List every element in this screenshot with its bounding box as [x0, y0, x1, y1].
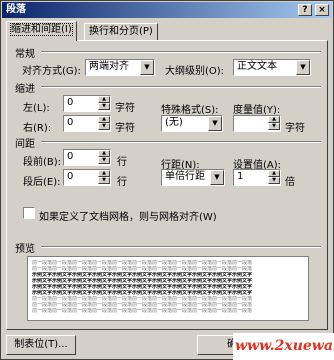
space-after-unit: 行 — [117, 177, 127, 188]
spacing-heading: 间距 — [15, 139, 35, 150]
grid-align-label[interactable]: 如果定义了文档网格，则与网格对齐(W) — [39, 208, 217, 223]
special-format-value: (无) — [165, 117, 183, 128]
divider — [41, 86, 321, 88]
watermark-text: www.2xuewang.com — [233, 333, 334, 360]
indent-heading: 缩进 — [15, 84, 35, 95]
preview-line: 前一段落前一段落前一段落前一段落前一段落前一段落前一段落前一段落前一段落前一段落… — [32, 308, 253, 314]
dialog-title: 段落 — [6, 4, 26, 15]
outline-level-select[interactable]: 正文文本 ▼ — [233, 59, 311, 76]
chevron-down-icon[interactable]: ▼ — [210, 170, 224, 185]
line-spacing-at-value: 1 — [237, 171, 244, 182]
space-after-spinner[interactable]: 0 ▲ ▼ — [63, 169, 111, 186]
space-before-spinner[interactable]: 0 ▲ ▼ — [63, 149, 111, 166]
alignment-value: 两端对齐 — [89, 61, 129, 72]
line-spacing-select[interactable]: 单倍行距 ▼ — [161, 169, 225, 186]
general-heading: 常规 — [15, 49, 35, 60]
spin-down-icon[interactable]: ▼ — [98, 157, 110, 164]
measure-label: 度量值(Y): — [233, 105, 281, 116]
chevron-down-icon[interactable]: ▼ — [208, 116, 222, 131]
right-indent-spinner[interactable]: 0 ▲ ▼ — [63, 115, 111, 132]
divider — [41, 246, 321, 248]
spin-up-icon[interactable]: ▲ — [98, 96, 110, 103]
line-spacing-at-spinner[interactable]: 1 ▲ ▼ — [233, 169, 281, 186]
preview-box: 前一段落前一段落前一段落前一段落前一段落前一段落前一段落前一段落前一段落前一段落… — [27, 256, 309, 321]
help-button[interactable]: ? — [298, 4, 312, 16]
space-after-label: 段后(E): — [23, 177, 61, 188]
title-bar: 段落 ? × — [2, 2, 332, 18]
space-after-value: 0 — [67, 171, 74, 182]
divider — [41, 51, 321, 53]
chevron-down-icon[interactable]: ▼ — [296, 60, 310, 75]
right-indent-value: 0 — [67, 117, 74, 128]
tabs-button[interactable]: 制表位(T)... — [6, 335, 76, 355]
outline-level-label: 大纲级别(O): — [165, 66, 225, 77]
outline-level-value: 正文文本 — [237, 61, 277, 72]
spin-up-icon[interactable]: ▲ — [268, 170, 280, 177]
left-indent-value: 0 — [67, 97, 74, 108]
measure-spinner[interactable]: ▲ ▼ — [233, 115, 281, 132]
paragraph-dialog: 段落 ? × 缩进和间距(I) 换行和分页(P) 常规 对齐方式(G): 两端对… — [0, 0, 334, 360]
line-spacing-at-unit: 倍 — [285, 177, 295, 188]
spin-up-icon[interactable]: ▲ — [98, 150, 110, 157]
special-format-select[interactable]: (无) ▼ — [161, 115, 223, 132]
divider — [41, 141, 321, 143]
line-spacing-value: 单倍行距 — [165, 171, 205, 182]
grid-align-checkbox[interactable] — [23, 207, 35, 219]
chevron-down-icon[interactable]: ▼ — [140, 60, 154, 75]
alignment-label: 对齐方式(G): — [22, 66, 81, 77]
left-indent-label: 左(L): — [23, 103, 50, 114]
spin-up-icon[interactable]: ▲ — [98, 116, 110, 123]
left-indent-spinner[interactable]: 0 ▲ ▼ — [63, 95, 111, 112]
spin-up-icon[interactable]: ▲ — [268, 116, 280, 123]
left-indent-unit: 字符 — [115, 103, 135, 114]
measure-unit: 字符 — [285, 123, 305, 134]
close-button[interactable]: × — [315, 4, 329, 16]
spin-down-icon[interactable]: ▼ — [268, 123, 280, 130]
alignment-select[interactable]: 两端对齐 ▼ — [85, 59, 155, 76]
spin-down-icon[interactable]: ▼ — [98, 177, 110, 184]
space-before-label: 段前(B): — [23, 157, 62, 168]
tab-indent-spacing[interactable]: 缩进和间距(I) — [6, 21, 77, 41]
right-indent-unit: 字符 — [115, 123, 135, 134]
tab-line-page-breaks[interactable]: 换行和分页(P) — [84, 23, 158, 40]
special-format-label: 特殊格式(S): — [161, 105, 219, 116]
preview-heading: 预览 — [15, 244, 35, 255]
spin-down-icon[interactable]: ▼ — [98, 123, 110, 130]
space-before-value: 0 — [67, 151, 74, 162]
spin-up-icon[interactable]: ▲ — [98, 170, 110, 177]
spin-down-icon[interactable]: ▼ — [98, 103, 110, 110]
space-before-unit: 行 — [117, 157, 127, 168]
right-indent-label: 右(R): — [23, 123, 52, 134]
spin-down-icon[interactable]: ▼ — [268, 177, 280, 184]
